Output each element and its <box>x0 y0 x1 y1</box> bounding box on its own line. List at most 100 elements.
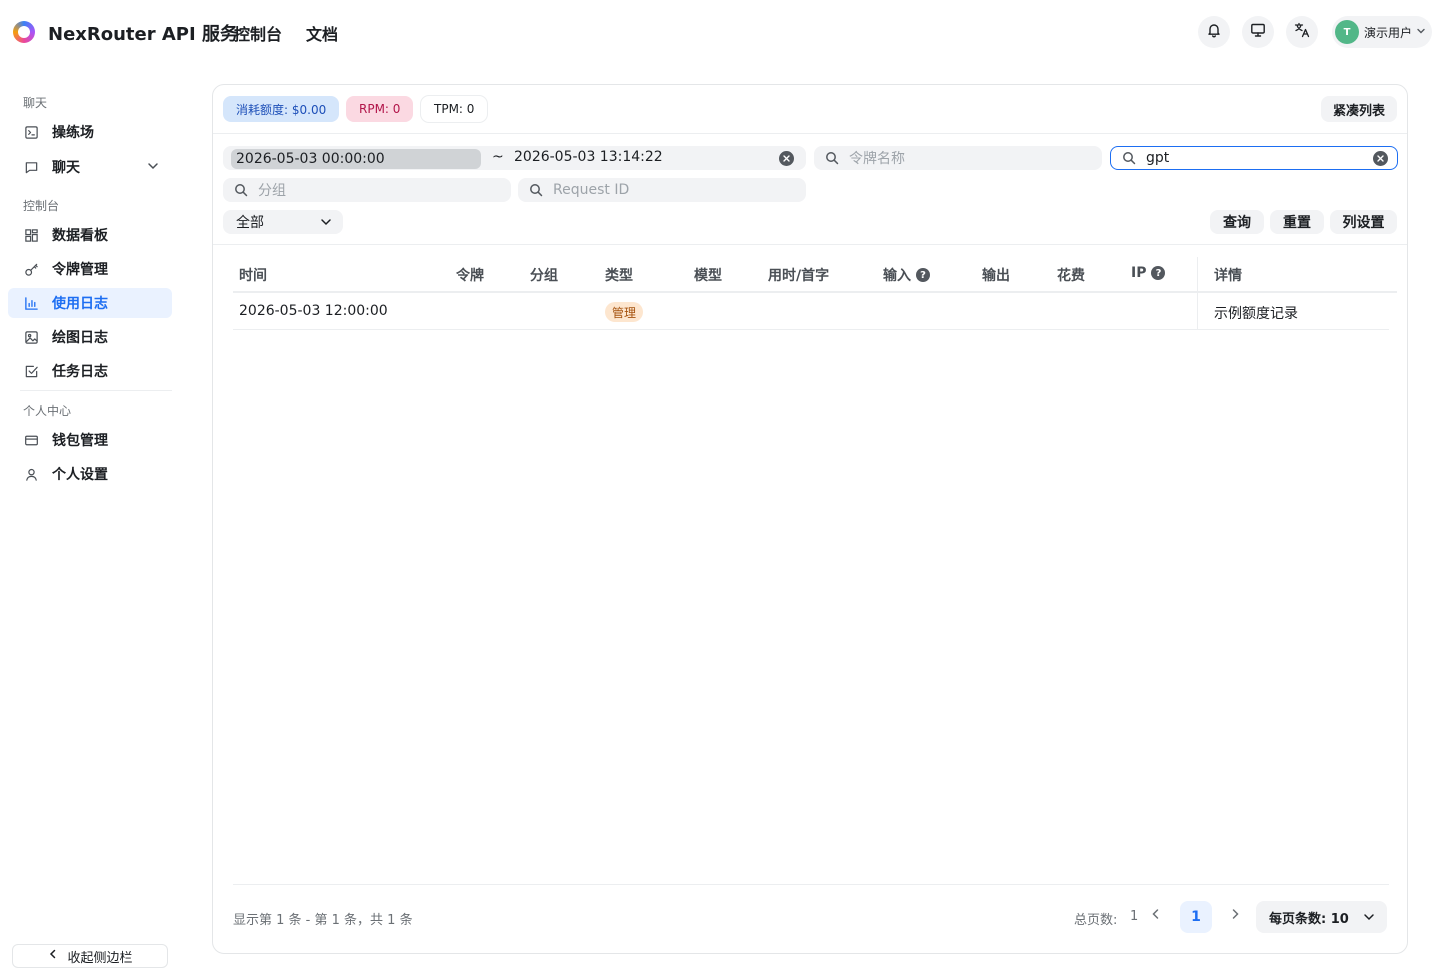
page-size-select[interactable]: 每页条数: 10 <box>1256 901 1387 933</box>
cell-time: 2026-05-03 12:00:00 <box>239 303 388 319</box>
clear-model-icon[interactable] <box>1373 151 1388 166</box>
column-header-type[interactable]: 类型 <box>605 265 633 285</box>
table-footer-border <box>233 884 1389 885</box>
help-icon[interactable]: ? <box>916 268 930 282</box>
nav-console[interactable]: 控制台 <box>234 21 282 45</box>
chevron-left-icon <box>1150 908 1162 924</box>
sidebar-item-label: 钱包管理 <box>52 433 108 449</box>
sidebar-item-wallet[interactable]: 钱包管理 <box>8 425 172 455</box>
chevron-down-icon <box>319 215 333 233</box>
date-range-picker[interactable]: 2026-05-03 00:00:00 ~ 2026-05-03 13:14:2… <box>223 146 806 170</box>
column-header-latency[interactable]: 用时/首字 <box>768 265 829 285</box>
stats-divider <box>213 133 1407 134</box>
chevron-down-icon[interactable] <box>146 159 160 177</box>
chevron-down-icon <box>1362 910 1376 928</box>
next-page-button[interactable] <box>1226 907 1244 925</box>
column-separator <box>1197 257 1198 329</box>
image-icon <box>23 329 39 345</box>
key-icon <box>23 261 39 277</box>
column-header-input-label: 输入 <box>883 268 911 284</box>
token-name-placeholder: 令牌名称 <box>849 151 905 167</box>
search-icon <box>824 150 840 166</box>
app-logo[interactable] <box>13 21 35 43</box>
page-1-button[interactable]: 1 <box>1180 901 1212 933</box>
collapse-sidebar-button[interactable]: 收起侧边栏 <box>12 944 168 968</box>
sidebar-item-drawing-logs[interactable]: 绘图日志 <box>8 322 172 352</box>
translate-icon <box>1294 22 1310 42</box>
request-id-input[interactable]: Request ID <box>518 178 806 202</box>
column-header-ip-label: IP <box>1131 265 1147 281</box>
log-type-select[interactable]: 全部 <box>223 210 343 234</box>
sidebar-item-label: 个人设置 <box>52 467 108 483</box>
date-start-input[interactable]: 2026-05-03 00:00:00 <box>231 149 481 169</box>
total-pages-label: 总页数: <box>1074 913 1118 928</box>
column-settings-button[interactable]: 列设置 <box>1330 210 1397 234</box>
theme-button[interactable] <box>1242 16 1274 48</box>
column-header-ip[interactable]: IP ? <box>1131 265 1166 281</box>
total-pages-value: 1 <box>1130 909 1139 924</box>
sidebar-item-label: 数据看板 <box>52 228 108 244</box>
bar-chart-icon <box>23 295 39 311</box>
date-end-input[interactable]: 2026-05-03 13:14:22 <box>514 149 663 165</box>
cell-detail: 示例额度记录 <box>1214 306 1298 322</box>
language-button[interactable] <box>1286 16 1318 48</box>
token-name-input[interactable]: 令牌名称 <box>814 146 1102 170</box>
chevron-down-icon <box>1416 24 1426 40</box>
sidebar-divider <box>20 390 172 391</box>
section-label-personal: 个人中心 <box>23 404 72 418</box>
sidebar-item-playground[interactable]: 操练场 <box>8 117 172 147</box>
nav-docs[interactable]: 文档 <box>306 21 338 45</box>
sidebar-item-label: 令牌管理 <box>52 262 108 278</box>
request-id-placeholder: Request ID <box>553 182 630 198</box>
column-header-group[interactable]: 分组 <box>530 265 558 285</box>
table-header-border <box>233 291 1397 293</box>
terminal-icon <box>23 124 39 140</box>
user-icon <box>23 466 39 482</box>
app-title[interactable]: NexRouter API 服务 <box>48 20 238 46</box>
table-row-border <box>233 329 1389 330</box>
sidebar-item-usage-logs[interactable]: 使用日志 <box>8 288 172 318</box>
usage-logs-card: 消耗额度: $0.00 RPM: 0 TPM: 0 紧凑列表 2026-05-0… <box>212 84 1408 954</box>
sidebar-item-label: 操练场 <box>52 125 94 141</box>
monitor-icon <box>1250 22 1266 42</box>
pagination-summary: 显示第 1 条 - 第 1 条，共 1 条 <box>233 913 413 928</box>
column-header-model[interactable]: 模型 <box>694 265 722 285</box>
top-header: NexRouter API 服务 控制台 文档 T 演示用户 <box>0 0 1440 64</box>
log-type-value: 全部 <box>236 215 264 231</box>
help-icon[interactable]: ? <box>1151 266 1166 280</box>
sidebar-item-label: 聊天 <box>52 160 80 176</box>
collapse-sidebar-label: 收起侧边栏 <box>67 950 133 966</box>
group-input[interactable]: 分组 <box>223 178 511 202</box>
sidebar: 聊天 操练场 聊天 控制台 数据看板 令牌管理 使用日志 绘图日志 任务日志 个… <box>0 64 180 980</box>
column-header-input[interactable]: 输入 ? <box>883 265 930 285</box>
column-header-token[interactable]: 令牌 <box>456 265 484 285</box>
sidebar-item-label: 绘图日志 <box>52 330 108 346</box>
user-menu-button[interactable]: T 演示用户 <box>1332 16 1432 48</box>
rpm-stat-badge: RPM: 0 <box>346 96 414 122</box>
sidebar-item-profile[interactable]: 个人设置 <box>8 459 172 489</box>
sidebar-item-tokens[interactable]: 令牌管理 <box>8 254 172 284</box>
reset-button[interactable]: 重置 <box>1270 210 1324 234</box>
type-badge: 管理 <box>605 302 644 322</box>
column-header-output[interactable]: 输出 <box>982 265 1010 285</box>
model-name-input[interactable]: gpt <box>1110 146 1398 170</box>
sidebar-item-label: 使用日志 <box>52 296 108 312</box>
check-square-icon <box>23 363 39 379</box>
search-icon <box>1121 150 1137 166</box>
section-label-console: 控制台 <box>23 199 60 213</box>
sidebar-item-chat[interactable]: 聊天 <box>8 152 172 182</box>
sidebar-item-task-logs[interactable]: 任务日志 <box>8 356 172 386</box>
column-header-detail[interactable]: 详情 <box>1214 265 1242 285</box>
compact-list-button[interactable]: 紧凑列表 <box>1320 96 1397 122</box>
prev-page-button[interactable] <box>1147 907 1165 925</box>
user-name: 演示用户 <box>1364 25 1413 40</box>
column-header-cost[interactable]: 花费 <box>1057 265 1085 285</box>
dashboard-icon <box>23 227 39 243</box>
sidebar-item-dashboard[interactable]: 数据看板 <box>8 220 172 250</box>
sidebar-item-label: 任务日志 <box>52 364 108 380</box>
column-header-time[interactable]: 时间 <box>239 265 267 285</box>
clear-date-icon[interactable] <box>779 151 794 166</box>
chevron-right-icon <box>1229 908 1241 924</box>
notifications-button[interactable] <box>1198 16 1230 48</box>
query-button[interactable]: 查询 <box>1210 210 1264 234</box>
